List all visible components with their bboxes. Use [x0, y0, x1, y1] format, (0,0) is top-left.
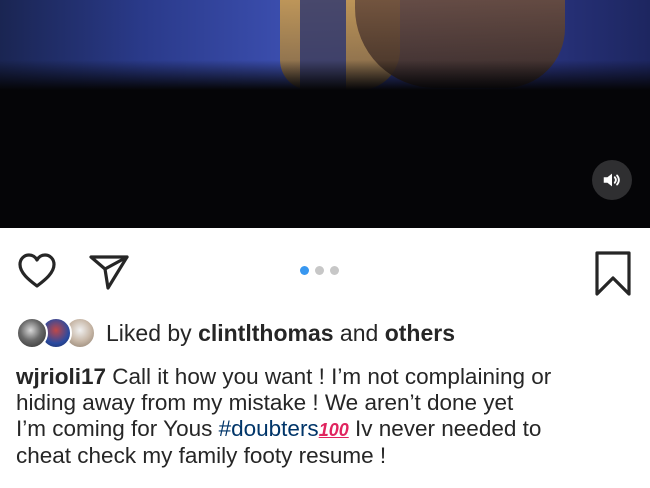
paper-plane-icon: [89, 255, 129, 290]
liker-avatars[interactable]: [16, 317, 98, 349]
caption-line: hiding away from my mistake ! We aren’t …: [16, 390, 514, 415]
post-caption: wjrioli17 Call it how you want ! I’m not…: [16, 364, 636, 469]
share-button[interactable]: [86, 248, 132, 294]
video-frame: [0, 0, 650, 90]
liker-username-link[interactable]: clintlthomas: [198, 320, 333, 346]
likes-summary: Liked by clintlthomas and others: [106, 320, 455, 347]
caption-text: Iv never needed to: [348, 416, 542, 441]
caption-text: Call it how you want ! I’m not complaini…: [106, 364, 552, 389]
hundred-points-emoji: 100: [318, 420, 349, 440]
save-button[interactable]: [590, 248, 636, 298]
post-video[interactable]: [0, 0, 650, 228]
sound-toggle-button[interactable]: [592, 160, 632, 200]
likes-row[interactable]: Liked by clintlthomas and others: [16, 316, 455, 350]
carousel-indicator: [300, 264, 339, 276]
likes-middle: and: [333, 319, 385, 346]
heart-icon: [18, 253, 56, 288]
caption-line: I’m coming for Yous #doubters100 Iv neve…: [16, 416, 636, 443]
carousel-dot: [315, 265, 324, 275]
likes-others-link[interactable]: others: [385, 320, 455, 346]
likes-prefix: Liked by: [106, 319, 199, 346]
caption-username-link[interactable]: wjrioli17: [16, 364, 106, 389]
caption-text: I’m coming for Yous: [16, 416, 219, 441]
avatar[interactable]: [16, 317, 48, 349]
video-fade: [0, 60, 650, 90]
carousel-dot: [330, 265, 339, 275]
like-button[interactable]: [14, 248, 60, 294]
bookmark-icon: [595, 251, 631, 296]
carousel-dot-active: [300, 265, 309, 275]
caption-line: cheat check my family footy resume !: [16, 443, 387, 468]
hashtag-link[interactable]: #doubters: [219, 416, 319, 441]
speaker-icon: [603, 173, 620, 187]
caption-line: wjrioli17 Call it how you want ! I’m not…: [16, 364, 636, 390]
